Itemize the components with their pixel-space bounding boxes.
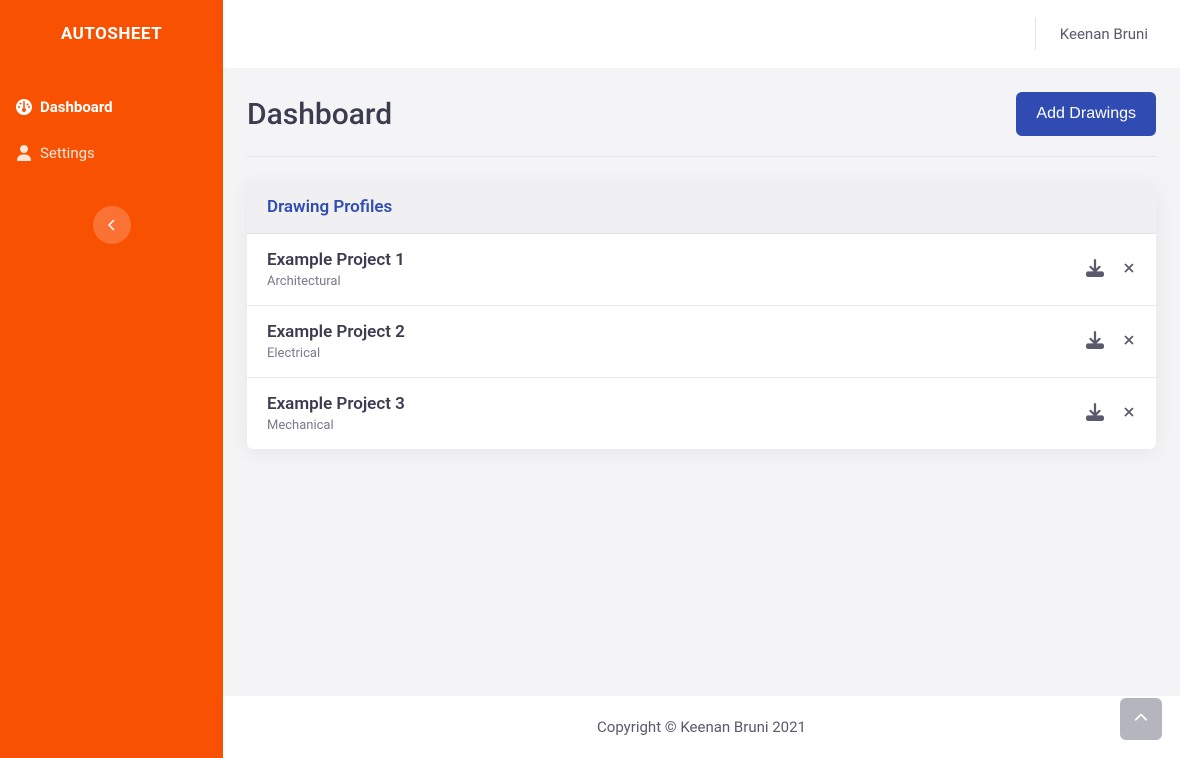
sidebar-item-dashboard[interactable]: Dashboard bbox=[0, 84, 223, 130]
sidebar-nav: Dashboard Settings bbox=[0, 74, 223, 186]
item-subtype: Architectural bbox=[267, 274, 405, 289]
list-item[interactable]: Example Project 1 Architectural bbox=[247, 234, 1156, 306]
item-name: Example Project 1 bbox=[267, 250, 405, 270]
chevron-left-icon bbox=[108, 216, 116, 235]
item-name: Example Project 2 bbox=[267, 322, 405, 342]
card-header: Drawing Profiles bbox=[247, 181, 1156, 234]
item-name: Example Project 3 bbox=[267, 394, 405, 414]
user-icon bbox=[16, 145, 32, 161]
item-info: Example Project 2 Electrical bbox=[267, 322, 405, 361]
sidebar-item-label: Settings bbox=[40, 144, 95, 162]
sidebar-item-label: Dashboard bbox=[40, 98, 113, 116]
delete-button[interactable] bbox=[1122, 260, 1136, 279]
copyright-text: Copyright © Keenan Bruni 2021 bbox=[597, 718, 806, 736]
add-drawings-button[interactable]: Add Drawings bbox=[1016, 92, 1156, 136]
close-icon bbox=[1122, 260, 1136, 279]
download-icon bbox=[1086, 403, 1104, 425]
chevron-up-icon bbox=[1134, 710, 1148, 729]
sidebar-item-settings[interactable]: Settings bbox=[0, 130, 223, 176]
close-icon bbox=[1122, 332, 1136, 351]
item-subtype: Mechanical bbox=[267, 418, 405, 433]
sidebar: AUTOSHEET Dashboard Settings bbox=[0, 0, 223, 758]
list-item[interactable]: Example Project 2 Electrical bbox=[247, 306, 1156, 378]
dashboard-icon bbox=[16, 99, 32, 115]
list-item[interactable]: Example Project 3 Mechanical bbox=[247, 378, 1156, 449]
item-actions bbox=[1086, 259, 1136, 281]
download-button[interactable] bbox=[1086, 403, 1104, 425]
footer: Copyright © Keenan Bruni 2021 bbox=[223, 696, 1180, 758]
item-actions bbox=[1086, 403, 1136, 425]
item-actions bbox=[1086, 331, 1136, 353]
sidebar-collapse-button[interactable] bbox=[93, 206, 131, 244]
delete-button[interactable] bbox=[1122, 404, 1136, 423]
item-info: Example Project 3 Mechanical bbox=[267, 394, 405, 433]
brand-logo[interactable]: AUTOSHEET bbox=[0, 24, 223, 74]
close-icon bbox=[1122, 404, 1136, 423]
user-menu[interactable]: Keenan Bruni bbox=[1035, 18, 1148, 50]
drawing-profiles-card: Drawing Profiles Example Project 1 Archi… bbox=[247, 181, 1156, 449]
page-title: Dashboard bbox=[247, 97, 392, 132]
download-button[interactable] bbox=[1086, 259, 1104, 281]
download-icon bbox=[1086, 259, 1104, 281]
download-icon bbox=[1086, 331, 1104, 353]
item-subtype: Electrical bbox=[267, 346, 405, 361]
content: Dashboard Add Drawings Drawing Profiles … bbox=[223, 68, 1180, 696]
page-header: Dashboard Add Drawings bbox=[247, 92, 1156, 157]
delete-button[interactable] bbox=[1122, 332, 1136, 351]
main-area: Keenan Bruni Dashboard Add Drawings Draw… bbox=[223, 0, 1180, 758]
topbar: Keenan Bruni bbox=[223, 0, 1180, 68]
item-info: Example Project 1 Architectural bbox=[267, 250, 405, 289]
card-title: Drawing Profiles bbox=[267, 197, 1136, 217]
scroll-to-top-button[interactable] bbox=[1120, 698, 1162, 740]
download-button[interactable] bbox=[1086, 331, 1104, 353]
